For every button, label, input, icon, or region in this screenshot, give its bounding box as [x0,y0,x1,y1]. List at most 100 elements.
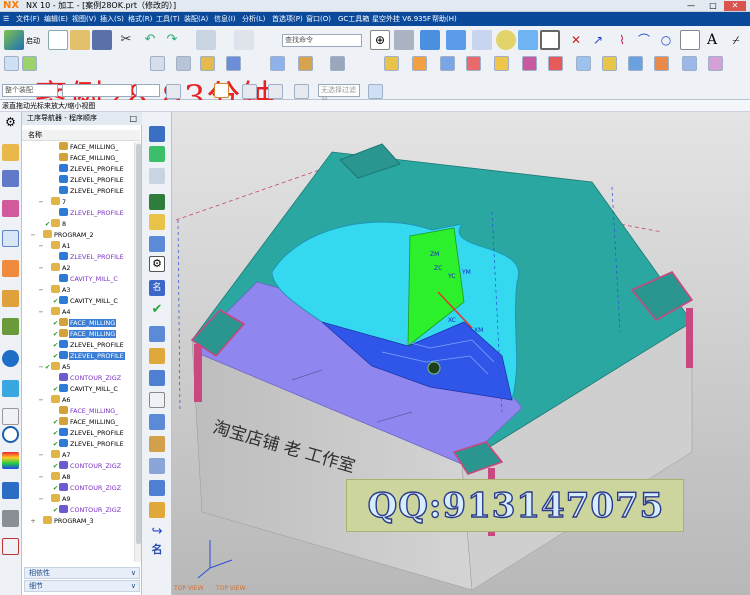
trim-icon[interactable] [548,56,563,71]
postprocess-icon[interactable] [149,414,165,430]
create-tool-icon[interactable] [149,146,165,162]
tree-row[interactable]: − A2 [22,263,134,274]
collapse-icon[interactable]: − [38,450,44,461]
selection-filter-dropdown[interactable]: 整个装配 [2,84,58,97]
feed-icon[interactable] [149,480,165,496]
rename-icon[interactable]: 名 [149,280,165,296]
menu-assembly[interactable]: 装配(A) [184,12,208,26]
section-cube-icon[interactable] [518,30,538,50]
navigator-pin-icon[interactable]: □ [129,114,137,123]
history-icon[interactable] [2,380,19,397]
select-icon[interactable] [4,56,19,71]
tree-scroll-thumb[interactable] [136,144,141,544]
verify-icon[interactable] [298,56,313,71]
menu-window[interactable]: 窗口(O) [306,12,331,26]
midpoint-snap-icon[interactable] [242,84,257,99]
menu-help[interactable]: 帮助(H) [432,12,457,26]
gear-icon[interactable]: ⚙ [149,256,165,272]
endpoint-snap-icon[interactable] [214,83,229,98]
filter-toggle[interactable] [136,84,160,97]
view-triad-icon[interactable] [394,30,414,50]
grid-icon[interactable] [176,56,191,71]
table-icon[interactable] [150,56,165,71]
tree-row[interactable]: ✔ ZLEVEL_PROFILE [22,428,134,439]
menu-file[interactable]: 文件(F) [16,12,40,26]
assembly-navigator-icon[interactable] [2,290,19,307]
unite-icon[interactable] [466,56,481,71]
close-part-icon[interactable]: ✕ [566,30,586,50]
tree-row[interactable]: ZLEVEL_PROFILE [22,164,134,175]
menu-information[interactable]: 信息(I) [214,12,236,26]
circle-icon[interactable]: ○ [656,30,676,50]
replay-icon[interactable] [149,348,165,364]
start-label[interactable]: 启动 [26,36,40,46]
collapse-icon[interactable]: − [38,494,44,505]
tree-row[interactable]: ZLEVEL_PROFILE [22,186,134,197]
chevron-down-icon[interactable]: ∨ [131,581,136,591]
machine-tool-icon[interactable] [2,170,19,187]
collapse-icon[interactable]: − [38,285,44,296]
text-icon[interactable]: A [702,30,722,50]
menu-view[interactable]: 视图(V) [72,12,96,26]
snap-toggle-icon[interactable] [166,84,181,99]
draft-icon[interactable] [682,56,697,71]
iso-cube-icon[interactable] [446,30,466,50]
menu-preferences[interactable]: 首选项(P) [272,12,303,26]
settings-icon[interactable]: ⚙ [2,114,19,131]
operation-icon[interactable] [270,56,285,71]
type-filter-dropdown[interactable] [62,84,132,97]
tree-row[interactable]: CONTOUR_ZIGZ [22,373,134,384]
tree-row[interactable]: ✔ FACE_MILLING_ [22,417,134,428]
tree-scrollbar[interactable] [134,142,141,562]
command-search-input[interactable]: 查找命令 [282,34,362,47]
document-icon[interactable] [2,408,19,425]
verify-path-icon[interactable] [149,370,165,386]
line-icon[interactable]: ↗ [588,30,608,50]
open-folder-icon[interactable] [70,30,90,50]
feature-icon[interactable] [226,56,241,71]
menu-gc-toolkit[interactable]: GC工具箱 [338,12,369,26]
extrude-icon[interactable] [412,56,427,71]
tree-row[interactable]: FACE_MILLING_ [22,142,134,153]
subtract-icon[interactable] [494,56,509,71]
tree-row[interactable]: − A7 [22,450,134,461]
collapse-icon[interactable]: − [38,307,44,318]
tree-row[interactable]: ✔ CONTOUR_ZIGZ [22,483,134,494]
snap-filter-dropdown[interactable]: 无选择过滤器 [318,84,360,105]
tree-row[interactable]: ✔ 8 [22,219,134,230]
tree-row[interactable]: FACE_MILLING_ [22,406,134,417]
arc-icon[interactable]: ⌒ [634,30,654,50]
tree-row[interactable]: − A4 [22,307,134,318]
tree-row[interactable]: ✔ ZLEVEL_PROFILE [22,439,134,450]
wire-cube-icon[interactable] [472,30,492,50]
tree-row[interactable]: − A8 [22,472,134,483]
tree-row[interactable]: ✔ CONTOUR_ZIGZ [22,461,134,472]
menu-insert[interactable]: 插入(S) [100,12,124,26]
menu-format[interactable]: 格式(R) [128,12,152,26]
tree-row[interactable]: ✔ CAVITY_MILL_C [22,296,134,307]
blend-icon[interactable] [602,56,617,71]
create-geometry-icon[interactable] [149,168,165,184]
tree-row[interactable]: FACE_MILLING_ [22,153,134,164]
post-icon[interactable] [330,56,345,71]
reuse-library-icon[interactable] [2,538,19,555]
quadrant-snap-icon[interactable] [294,84,309,99]
new-file-icon[interactable] [48,30,68,50]
tree-row[interactable]: ZLEVEL_PROFILE [22,208,134,219]
cut-icon[interactable]: ✂ [116,30,136,50]
geometry-view-icon[interactable] [2,200,19,217]
tree-row[interactable]: ✔ FACE_MILLING [22,329,134,340]
minimize-button[interactable]: — [680,1,702,11]
tree-row[interactable]: − PROGRAM_2 [22,230,134,241]
center-snap-icon[interactable] [268,84,283,99]
shop-doc-icon[interactable] [149,436,165,452]
tool-icon[interactable] [200,56,215,71]
shaded-cube-icon[interactable] [420,30,440,50]
shell-icon[interactable] [654,56,669,71]
details-panel[interactable]: 细节 ∨ [24,580,140,592]
database-icon[interactable] [196,30,216,50]
generate-icon[interactable] [149,326,165,342]
menu-icon[interactable]: ☰ [3,12,13,26]
list-path-icon[interactable] [149,392,165,408]
collapse-icon[interactable]: − [38,263,44,274]
